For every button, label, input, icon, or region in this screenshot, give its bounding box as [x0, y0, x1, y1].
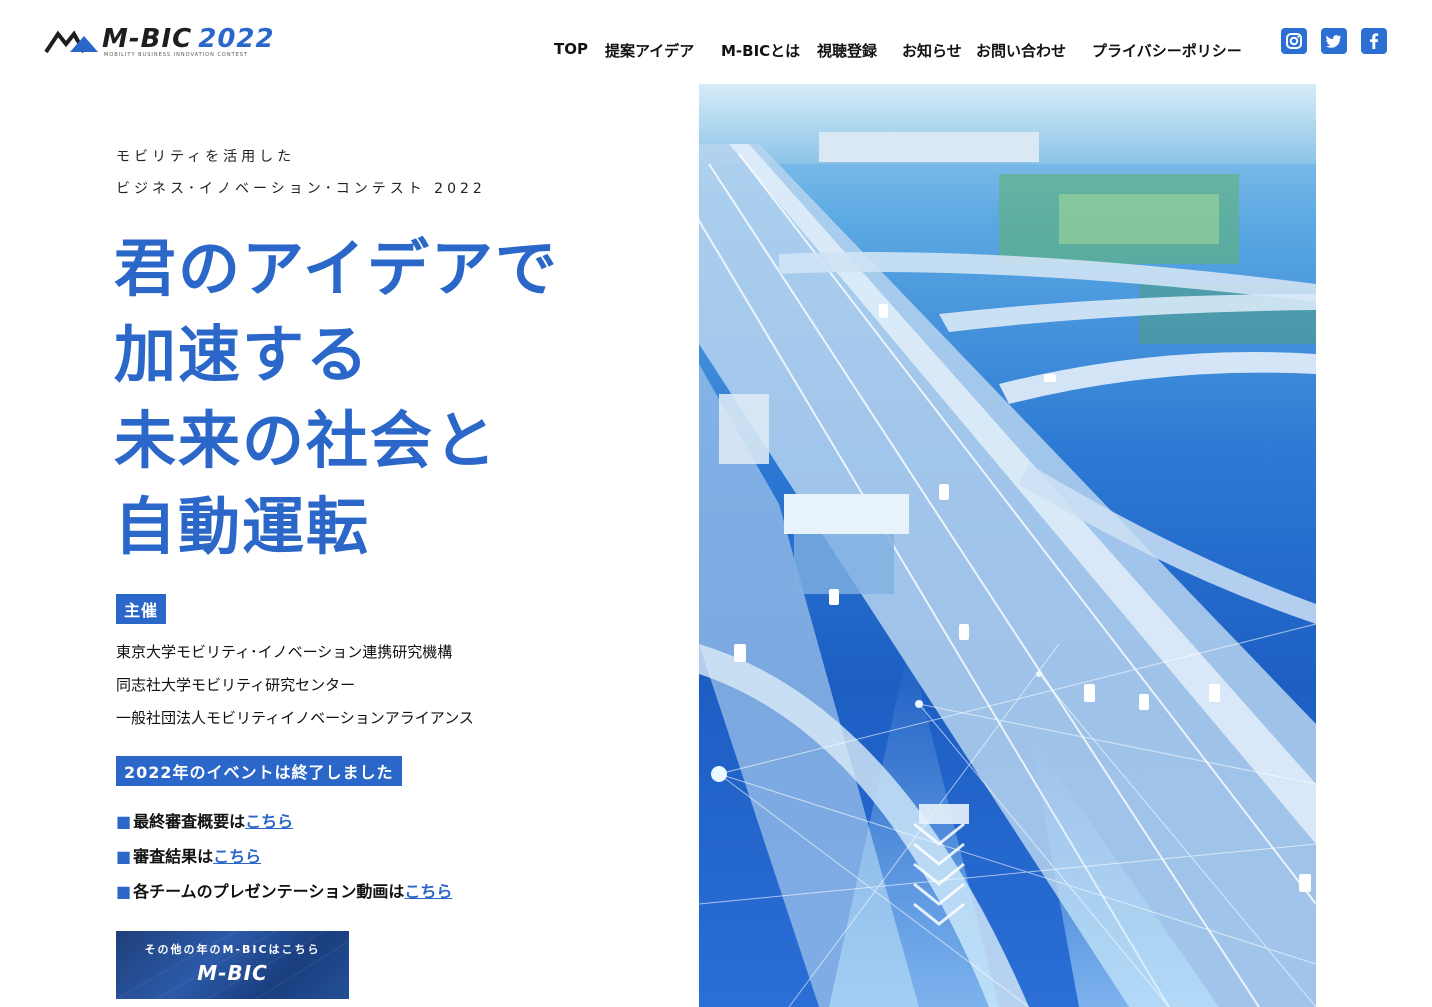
item-text: 最終審査概要は	[133, 812, 246, 831]
organizer-item: 一般社団法人モビリティイノベーションアライアンス	[116, 709, 474, 727]
logo-text: M-BIC 2022	[102, 24, 275, 54]
results-item: ■ 審査結果はこちら	[116, 843, 261, 867]
other-years-banner[interactable]: その他の年のM-BICはこちら M-BIC	[116, 931, 349, 999]
subtitle-line-2: ビジネス･イノベーション･コンテスト 2022	[116, 181, 486, 197]
organizer-item: 同志社大学モビリティ研究センター	[116, 676, 356, 694]
nav-contact[interactable]: お問い合わせ	[976, 40, 1066, 61]
event-ended-label: 2022年のイベントは終了しました	[116, 756, 402, 786]
nav-register[interactable]: 視聴登録	[817, 40, 877, 61]
nav-news[interactable]: お知らせ	[902, 40, 962, 61]
hero-highway-image	[699, 84, 1316, 1007]
nav-top[interactable]: TOP	[554, 40, 588, 58]
organizer-label: 主催	[116, 594, 167, 624]
banner-logo: M-BIC	[197, 961, 268, 985]
nav-ideas[interactable]: 提案アイデア	[605, 40, 694, 61]
presentation-videos-item: ■ 各チームのプレゼンテーション動画はこちら	[116, 878, 452, 902]
final-review-link[interactable]: こちら	[245, 812, 293, 831]
headline-line: 君のアイデアで	[114, 232, 559, 305]
hero-headline: 君のアイデアで 加速する 未来の社会と 自動運転	[114, 226, 674, 570]
item-text: 審査結果は	[133, 847, 214, 866]
bullet-square: ■	[116, 812, 132, 831]
nav-about[interactable]: M-BICとは	[721, 40, 800, 61]
headline-line: 加速する	[114, 318, 371, 391]
headline-line: 自動運転	[114, 490, 371, 563]
bullet-square: ■	[116, 882, 132, 901]
bullet-square: ■	[116, 847, 132, 866]
organizer-item: 東京大学モビリティ･イノベーション連携研究機構	[116, 643, 453, 661]
item-text: 各チームのプレゼンテーション動画は	[133, 882, 405, 901]
final-review-item: ■ 最終審査概要はこちら	[116, 808, 293, 832]
banner-caption: その他の年のM-BICはこちら	[144, 943, 321, 956]
logo-mark-icon	[44, 30, 98, 54]
presentation-videos-link[interactable]: こちら	[404, 882, 452, 901]
site-logo[interactable]: M-BIC 2022 MOBILITY BUSINESS INNOVATION C…	[44, 24, 300, 58]
subtitle-line-1: モビリティを活用した	[116, 149, 296, 165]
logo-tagline: MOBILITY BUSINESS INNOVATION CONTEST	[104, 52, 249, 58]
twitter-icon[interactable]	[1321, 28, 1347, 54]
headline-line: 未来の社会と	[114, 404, 499, 477]
results-link[interactable]: こちら	[213, 847, 261, 866]
instagram-icon[interactable]	[1281, 28, 1307, 54]
facebook-icon[interactable]	[1361, 28, 1387, 54]
nav-privacy[interactable]: プライバシーポリシー	[1092, 40, 1242, 61]
